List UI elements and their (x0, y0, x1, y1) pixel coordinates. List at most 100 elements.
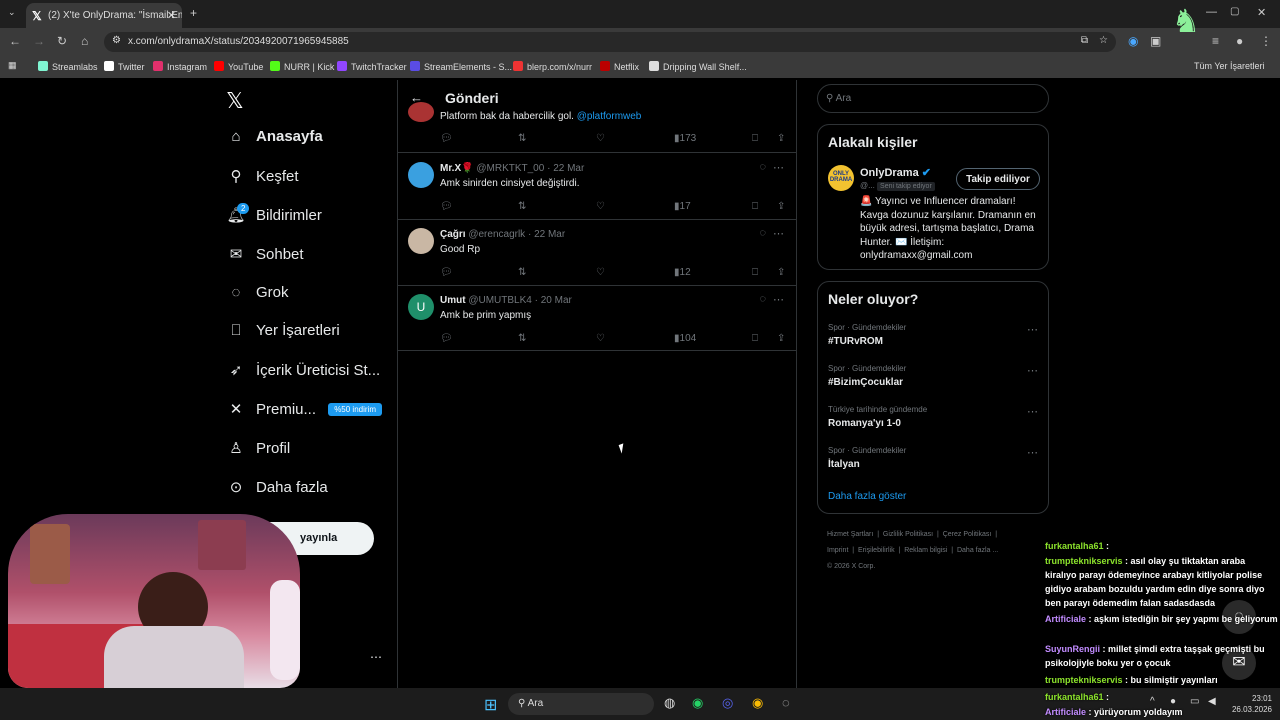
views-icon[interactable]: ▮ 104 (674, 333, 696, 344)
nav-creator-studio[interactable]: ➶ İçerik Üreticisi St... (226, 361, 380, 391)
avatar[interactable]: U (408, 294, 434, 320)
repost-icon[interactable]: ⇅ (518, 333, 526, 344)
all-bookmarks[interactable]: Tüm Yer İşaretleri (1194, 61, 1265, 71)
reply-icon[interactable]: 💬︎ (440, 333, 453, 344)
nav-notifications[interactable]: 🔔︎ Bildirimler 2 (226, 203, 322, 236)
following-button[interactable]: Takip ediliyor (956, 168, 1040, 190)
avatar[interactable]: ONLY DRAMA (828, 165, 854, 191)
app-icon[interactable]: ◌ (782, 695, 790, 710)
like-icon[interactable]: ♡ (596, 133, 605, 144)
trend-item[interactable]: Spor · Gündemdekiler #BizimÇocuklar ⋯ (828, 364, 1038, 388)
more-icon[interactable]: ⋯ (1027, 323, 1038, 336)
reply-handle[interactable]: @UMUTBLK4 (468, 295, 532, 306)
grok-icon[interactable]: ◌ (759, 227, 766, 239)
bookmark-item[interactable]: Streamlabs (38, 61, 98, 72)
bookmark-icon[interactable]: ⎕ (752, 201, 758, 212)
new-tab-icon[interactable]: + (190, 6, 197, 20)
show-more-link[interactable]: Daha fazla göster (828, 491, 906, 502)
repost-icon[interactable]: ⇅ (518, 201, 526, 212)
footer-link[interactable]: Gizlilik Politikası (883, 531, 933, 538)
profile-icon[interactable]: ● (1236, 34, 1243, 48)
avatar[interactable] (408, 102, 434, 122)
bookmark-item[interactable]: YouTube (214, 61, 263, 72)
reply-author[interactable]: Mr.X🌹 (440, 163, 474, 174)
more-icon[interactable]: ⋯ (773, 161, 784, 174)
more-icon[interactable]: ⋯ (773, 227, 784, 240)
windows-start-icon[interactable]: ⊞ (484, 695, 497, 715)
grok-icon[interactable]: ◌ (759, 293, 766, 305)
avatar[interactable] (408, 228, 434, 254)
reload-icon[interactable]: ↻ (57, 34, 67, 48)
more-icon[interactable]: ⋯ (773, 293, 784, 306)
footer-link[interactable]: Çerez Politikası (943, 531, 992, 538)
nav-grok[interactable]: ◌ Grok (226, 284, 289, 314)
bookmark-item[interactable]: blerp.com/x/nurr (513, 61, 592, 72)
bookmark-item[interactable]: StreamElements - S... (410, 61, 512, 72)
bookmark-item[interactable]: Netflix (600, 61, 639, 72)
chrome-icon[interactable]: ◉ (752, 695, 763, 711)
related-name[interactable]: OnlyDrama (860, 167, 919, 179)
footer-link[interactable]: Erişilebilirlik (858, 547, 895, 554)
nav-more[interactable]: ⊙ Daha fazla (226, 478, 328, 508)
browser-tab[interactable]: 𝕏 (2) X'te OnlyDrama: "İsmail Em ✕ (26, 3, 182, 28)
extension-icon[interactable]: ◉ (1128, 34, 1138, 48)
apps-icon[interactable]: ▦ (8, 60, 17, 71)
nav-chat[interactable]: ✉ Sohbet (226, 245, 304, 275)
repost-icon[interactable]: ⇅ (518, 267, 526, 278)
like-icon[interactable]: ♡ (596, 267, 605, 278)
reply-item[interactable]: Mr.X🌹 @MRKTKT_00 · 22 Mar ◌ ⋯ Amk sinird… (398, 154, 796, 220)
search-box[interactable]: ⚲ Ara (817, 84, 1049, 113)
share-icon[interactable]: ⇪ (777, 201, 785, 212)
reply-item[interactable]: U Umut @UMUTBLK4 · 20 Mar ◌ ⋯ Amk be pri… (398, 286, 796, 351)
forward-icon[interactable]: → (33, 34, 45, 48)
site-info-icon[interactable]: ⚙ (112, 35, 121, 46)
nav-profile[interactable]: ♙ Profil (226, 439, 290, 469)
trend-item[interactable]: Spor · Gündemdekiler İtalyan ⋯ (828, 446, 1038, 470)
install-icon[interactable]: ⧉ (1081, 35, 1088, 46)
bookmark-item[interactable]: TwitchTracker (337, 61, 407, 72)
account-more-icon[interactable]: ⋯ (370, 650, 382, 664)
maximize-icon[interactable]: ▢ (1230, 6, 1239, 17)
reply-author[interactable]: Çağrı (440, 229, 466, 240)
minimize-icon[interactable]: — (1206, 6, 1217, 18)
more-icon[interactable]: ⋯ (1027, 446, 1038, 459)
steam-icon[interactable]: ◍ (664, 695, 675, 711)
taskbar-search[interactable]: ⚲ Ara (508, 693, 654, 715)
bookmark-icon[interactable]: ⎕ (752, 133, 758, 144)
reply-handle[interactable]: @MRKTKT_00 (476, 163, 544, 174)
share-icon[interactable]: ⇪ (777, 133, 785, 144)
footer-link[interactable]: Imprint (827, 547, 848, 554)
discord-icon[interactable]: ◎ (722, 695, 733, 711)
like-icon[interactable]: ♡ (596, 333, 605, 344)
home-icon[interactable]: ⌂ (81, 34, 88, 48)
menu-icon[interactable]: ⋮ (1260, 34, 1272, 48)
grok-icon[interactable]: ◌ (759, 161, 766, 173)
repost-icon[interactable]: ⇅ (518, 133, 526, 144)
related-handle[interactable]: @... (860, 181, 875, 190)
more-icon[interactable]: ⋯ (1027, 364, 1038, 377)
share-icon[interactable]: ⇪ (777, 333, 785, 344)
reply-icon[interactable]: 💬︎ (440, 267, 453, 278)
partial-post[interactable]: Platform bak da habercilik gol. @platfor… (398, 102, 796, 153)
trend-item[interactable]: Türkiye tarihinde gündemde Romanya'yı 1-0… (828, 405, 1038, 429)
bookmark-item[interactable]: Instagram (153, 61, 207, 72)
bookmark-item[interactable]: Dripping Wall Shelf... (649, 61, 747, 72)
footer-link[interactable]: Daha fazla ... (957, 547, 998, 554)
bookmark-icon[interactable]: ⎕ (752, 333, 758, 344)
avatar[interactable] (408, 162, 434, 188)
x-logo-icon[interactable]: 𝕏 (226, 88, 244, 114)
address-bar[interactable]: ⚙ x.com/onlydramaX/status/20349200719659… (104, 32, 1116, 52)
nav-bookmarks[interactable]: ⎕ Yer İşaretleri (226, 322, 339, 352)
tab-close-icon[interactable]: ✕ (167, 9, 176, 22)
bookmark-item[interactable]: Twitter (104, 61, 145, 72)
reply-author[interactable]: Umut (440, 295, 466, 306)
bookmark-item[interactable]: NURR | Kick (270, 61, 334, 72)
nav-explore[interactable]: ⚲ Keşfet (226, 167, 299, 197)
views-icon[interactable]: ▮ 17 (674, 201, 691, 212)
reply-handle[interactable]: @erencagrlk (468, 229, 525, 240)
star-icon[interactable]: ☆ (1099, 35, 1108, 46)
bookmark-icon[interactable]: ⎕ (752, 267, 758, 278)
views-icon[interactable]: ▮ 12 (674, 267, 691, 278)
whatsapp-icon[interactable]: ◉ (692, 695, 703, 711)
back-icon[interactable]: ← (9, 34, 21, 48)
